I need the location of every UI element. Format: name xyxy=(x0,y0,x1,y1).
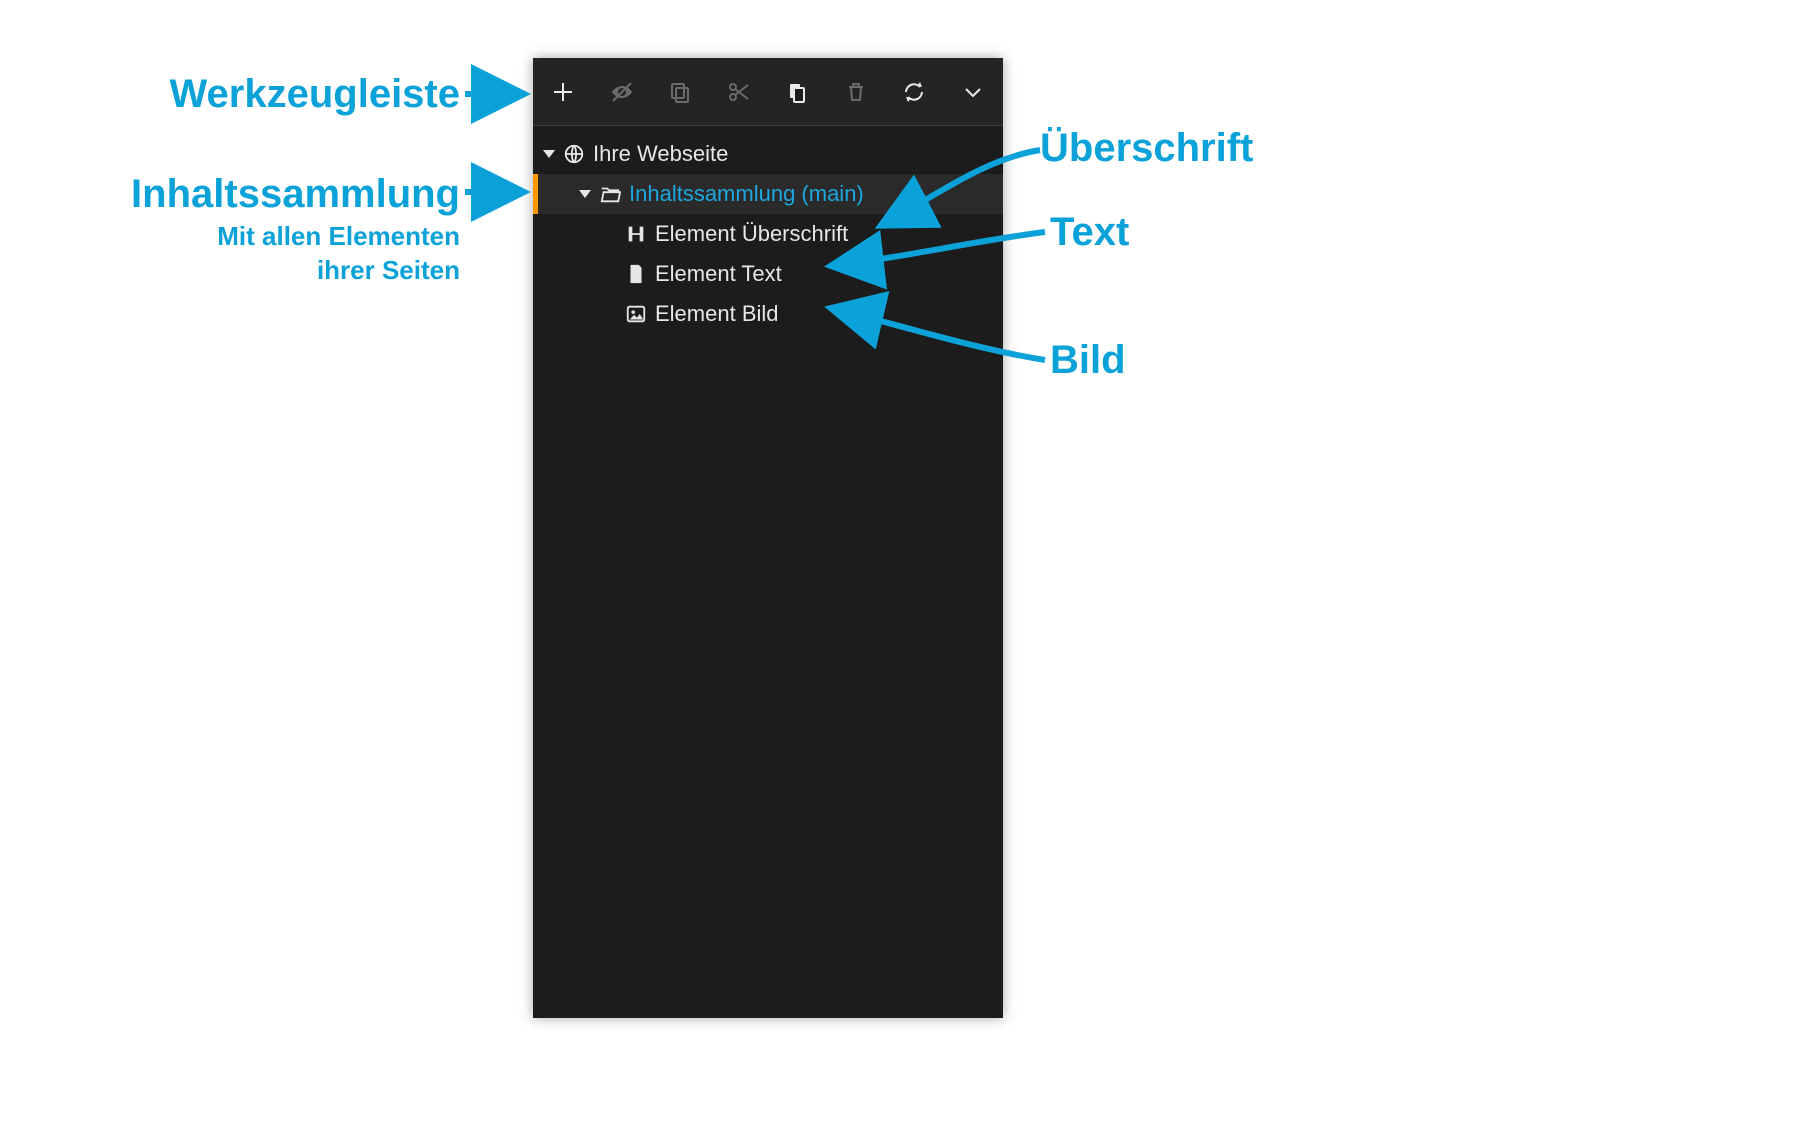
copy-button[interactable] xyxy=(664,76,696,108)
heading-icon xyxy=(625,223,647,245)
hide-button[interactable] xyxy=(606,76,638,108)
refresh-icon xyxy=(902,80,926,104)
plus-icon xyxy=(551,80,575,104)
tree-item-text-label: Element Text xyxy=(655,261,782,287)
caret-down-icon xyxy=(543,150,555,158)
annotation-heading: Überschrift xyxy=(1040,126,1253,170)
sidebar-panel: Ihre Webseite Inhaltssammlung (main) Ele… xyxy=(533,58,1003,1018)
tree-collection-label: Inhaltssammlung (main) xyxy=(629,181,864,207)
delete-button[interactable] xyxy=(840,76,872,108)
image-icon xyxy=(625,303,647,325)
eye-slash-icon xyxy=(610,80,634,104)
copy-icon xyxy=(668,80,692,104)
refresh-button[interactable] xyxy=(898,76,930,108)
paste-button[interactable] xyxy=(781,76,813,108)
tree: Ihre Webseite Inhaltssammlung (main) Ele… xyxy=(533,126,1003,334)
scissors-icon xyxy=(727,80,751,104)
tree-item-heading-label: Element Überschrift xyxy=(655,221,848,247)
tree-item-text[interactable]: Element Text xyxy=(533,254,1003,294)
tree-root-label: Ihre Webseite xyxy=(593,141,728,167)
annotation-image: Bild xyxy=(1050,338,1126,382)
annotation-collection: Inhaltssammlung xyxy=(0,172,460,216)
globe-icon xyxy=(563,143,585,165)
chevron-down-icon xyxy=(961,80,985,104)
annotation-collection-sub2: ihrer Seiten xyxy=(0,256,460,285)
tree-root[interactable]: Ihre Webseite xyxy=(533,134,1003,174)
tree-item-image-label: Element Bild xyxy=(655,301,779,327)
annotation-text: Text xyxy=(1050,210,1129,254)
cut-button[interactable] xyxy=(723,76,755,108)
tree-collection[interactable]: Inhaltssammlung (main) xyxy=(533,174,1003,214)
trash-icon xyxy=(844,80,868,104)
toolbar xyxy=(533,58,1003,126)
folder-open-icon xyxy=(599,183,621,205)
tree-item-image[interactable]: Element Bild xyxy=(533,294,1003,334)
annotation-toolbar: Werkzeugleiste xyxy=(0,72,460,116)
annotation-collection-sub1: Mit allen Elementen xyxy=(0,222,460,251)
caret-down-icon xyxy=(579,190,591,198)
document-icon xyxy=(625,263,647,285)
paste-icon xyxy=(785,80,809,104)
expand-button[interactable] xyxy=(957,76,989,108)
add-button[interactable] xyxy=(547,76,579,108)
tree-item-heading[interactable]: Element Überschrift xyxy=(533,214,1003,254)
